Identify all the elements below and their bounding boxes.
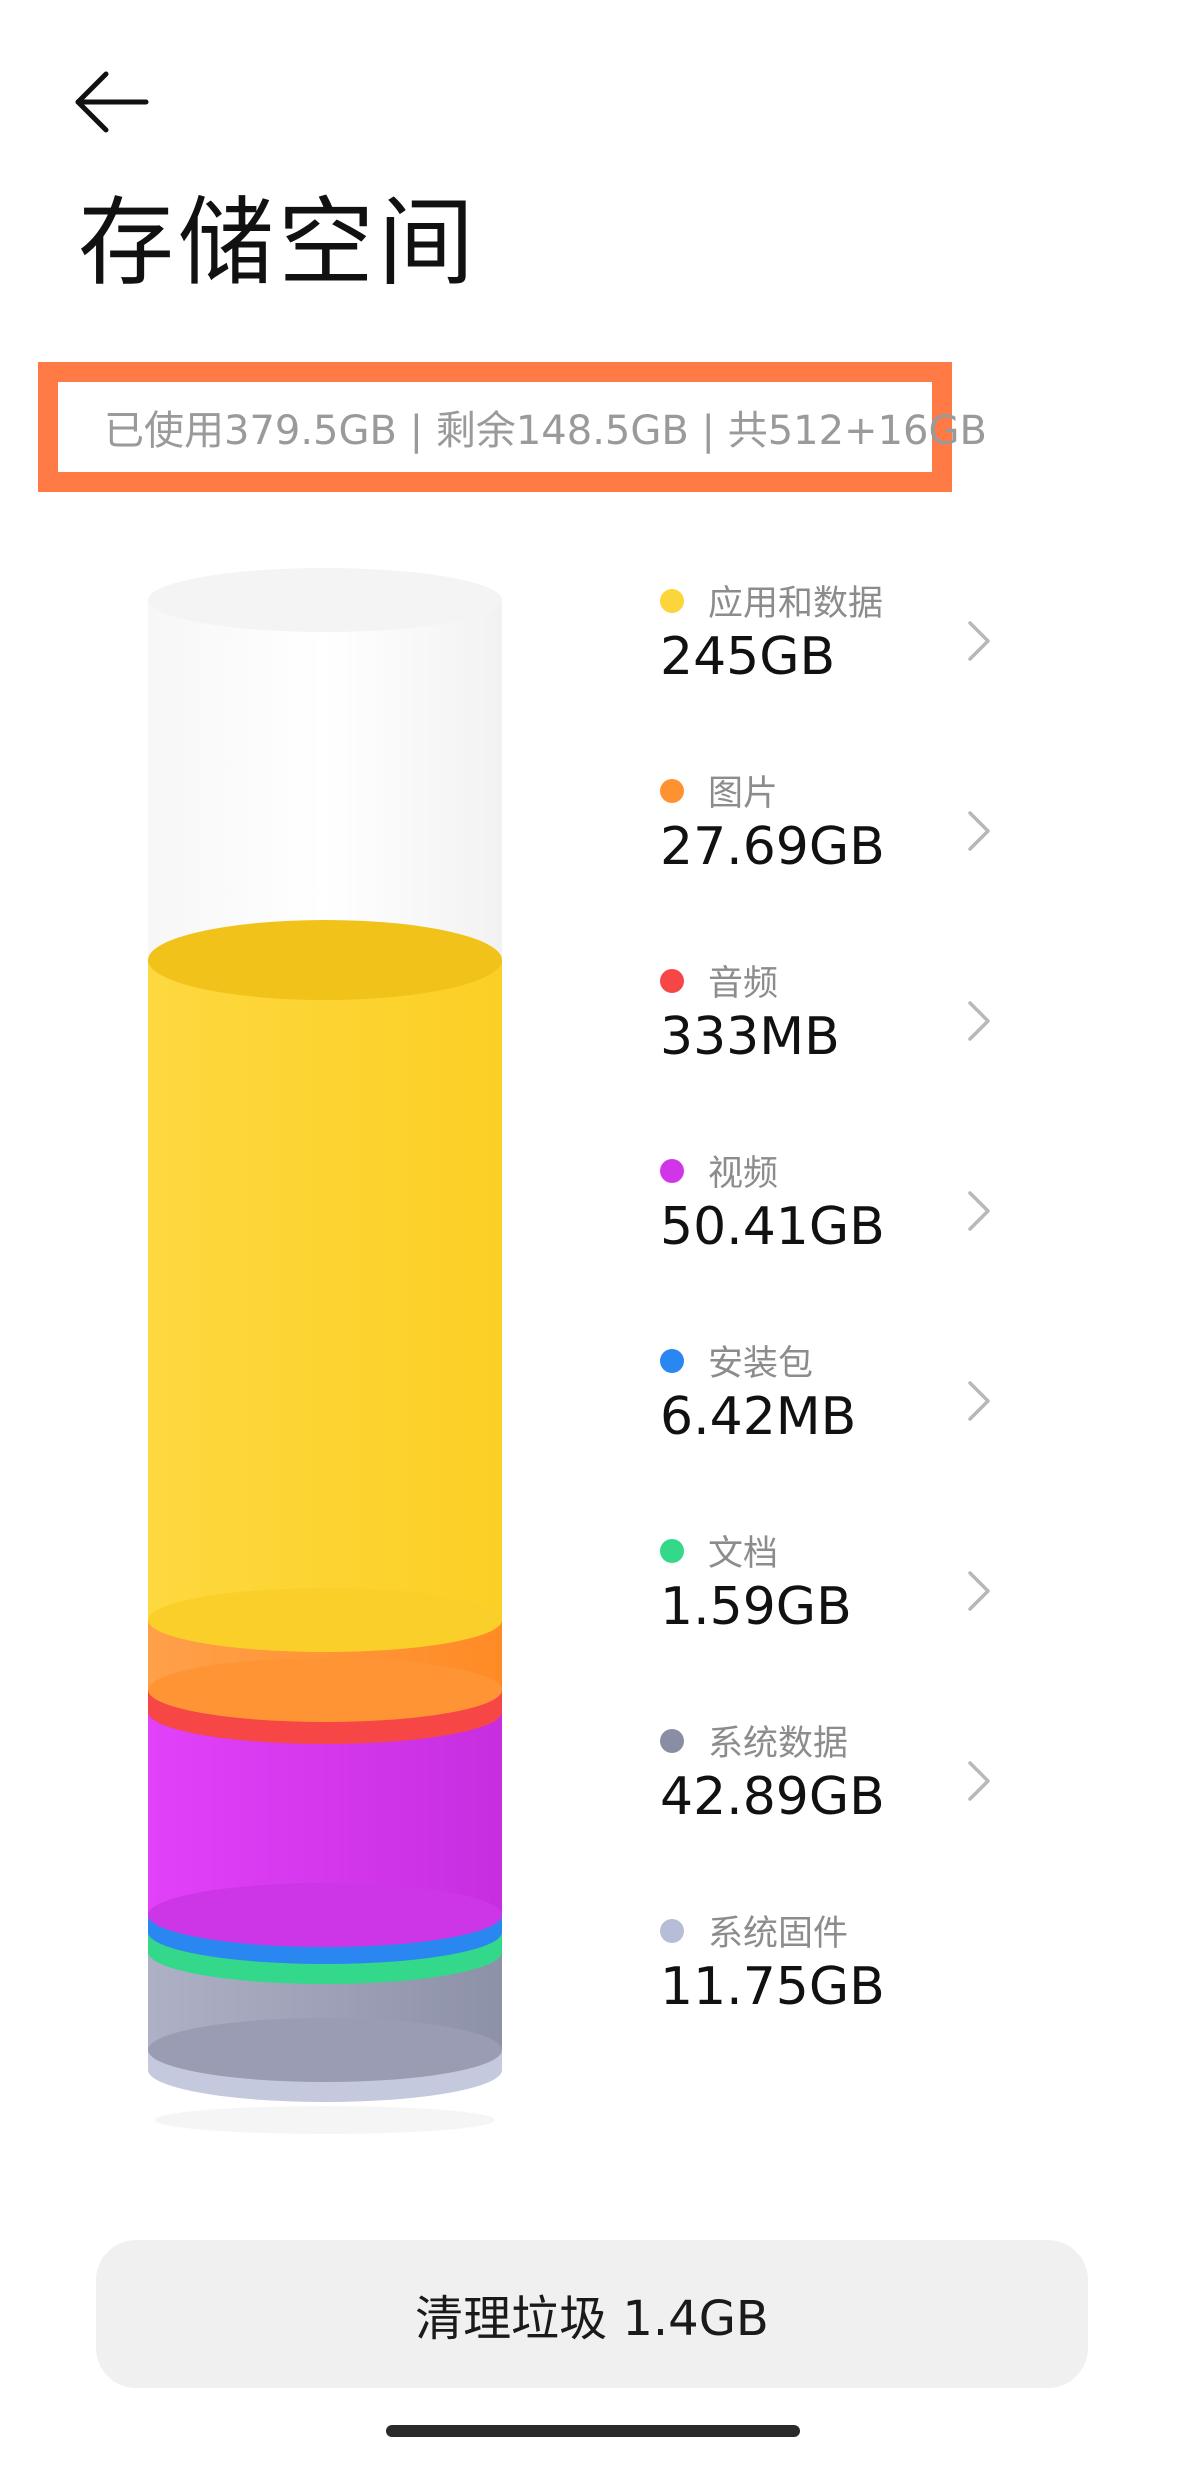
clean-junk-button[interactable]: 清理垃圾 1.4GB	[96, 2240, 1088, 2388]
cylinder-top-cap	[148, 568, 502, 632]
legend-label: 系统数据	[708, 1724, 849, 1764]
color-dot-icon	[660, 1729, 684, 1753]
legend-label: 音频	[708, 964, 779, 1004]
color-dot-icon	[660, 1349, 684, 1373]
chevron-right-icon	[960, 991, 1000, 1051]
color-dot-icon	[660, 779, 684, 803]
legend-item-system-data[interactable]: 系统数据 42.89GB	[660, 1715, 1020, 1905]
legend-item-install-packages[interactable]: 安装包 6.42MB	[660, 1335, 1020, 1525]
arrow-left-icon	[75, 71, 149, 133]
chevron-right-icon	[960, 611, 1000, 671]
color-dot-icon	[660, 969, 684, 993]
legend-label: 安装包	[708, 1344, 814, 1384]
chevron-right-icon	[960, 1751, 1000, 1811]
legend-value: 333MB	[660, 1007, 840, 1067]
storage-page: 存储空间 已使用379.5GB | 剩余148.5GB | 共512+16GB	[0, 0, 1200, 2486]
legend-item-system-firmware: 系统固件 11.75GB	[660, 1905, 1020, 2095]
segment-apps-data	[148, 960, 502, 1620]
legend-value: 27.69GB	[660, 817, 885, 877]
chevron-right-icon	[960, 1181, 1000, 1241]
legend-label: 视频	[708, 1154, 779, 1194]
clean-junk-label: 清理垃圾 1.4GB	[415, 2291, 769, 2347]
page-title: 存储空间	[78, 187, 478, 299]
color-dot-icon	[660, 1159, 684, 1183]
chevron-right-icon	[960, 1371, 1000, 1431]
legend-label: 系统固件	[708, 1914, 849, 1954]
storage-summary-text: 已使用379.5GB | 剩余148.5GB | 共512+16GB	[104, 408, 987, 454]
chevron-right-icon	[960, 801, 1000, 861]
legend-value: 245GB	[660, 627, 836, 687]
legend-value: 1.59GB	[660, 1577, 852, 1637]
legend-label: 应用和数据	[708, 584, 884, 624]
segment-apps-data-top	[148, 920, 502, 1000]
legend-item-apps-data[interactable]: 应用和数据 245GB	[660, 575, 1020, 765]
chevron-right-icon	[960, 1561, 1000, 1621]
legend-item-audio[interactable]: 音频 333MB	[660, 955, 1020, 1145]
home-indicator[interactable]	[386, 2425, 800, 2437]
color-dot-icon	[660, 589, 684, 613]
storage-cylinder-chart	[140, 560, 520, 2160]
legend-value: 42.89GB	[660, 1767, 885, 1827]
legend-item-documents[interactable]: 文档 1.59GB	[660, 1525, 1020, 1715]
legend-label: 图片	[708, 774, 779, 814]
color-dot-icon	[660, 1919, 684, 1943]
legend-value: 50.41GB	[660, 1197, 885, 1257]
storage-legend: 应用和数据 245GB 图片 27.69GB 音频 333MB 视频 50.41…	[660, 575, 1020, 2095]
back-button[interactable]	[72, 62, 172, 142]
legend-value: 11.75GB	[660, 1957, 885, 2017]
legend-label: 文档	[708, 1534, 779, 1574]
storage-summary: 已使用379.5GB | 剩余148.5GB | 共512+16GB	[38, 362, 987, 492]
legend-value: 6.42MB	[660, 1387, 857, 1447]
storage-cylinder-svg	[148, 568, 502, 2134]
color-dot-icon	[660, 1539, 684, 1563]
legend-item-images[interactable]: 图片 27.69GB	[660, 765, 1020, 955]
legend-item-video[interactable]: 视频 50.41GB	[660, 1145, 1020, 1335]
